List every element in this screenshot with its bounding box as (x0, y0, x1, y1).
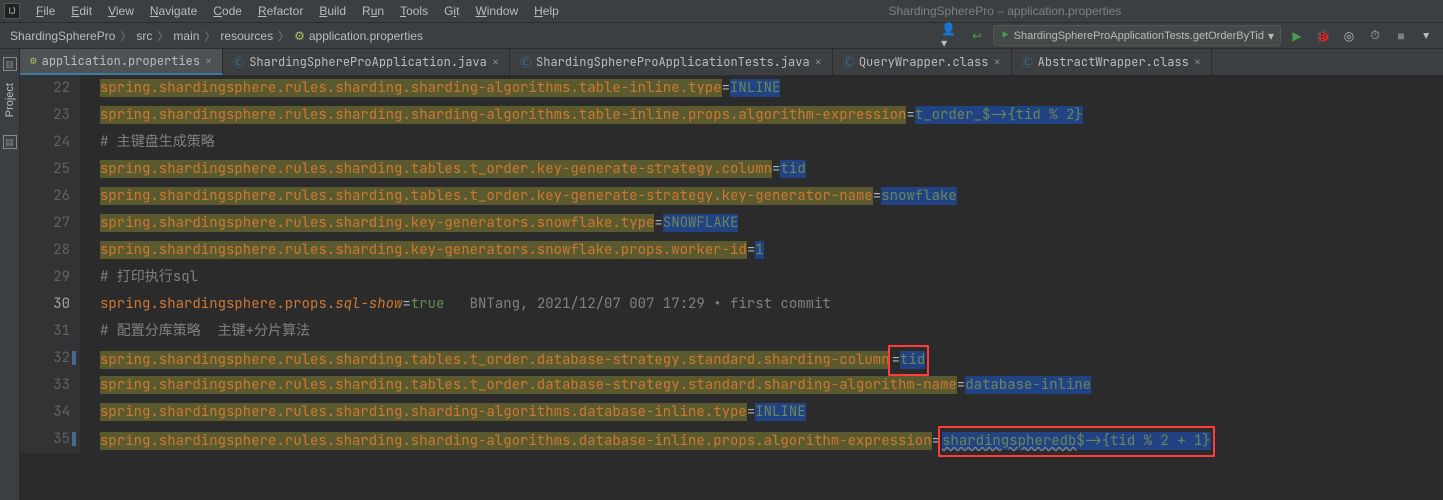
users-icon[interactable]: 👤▾ (941, 26, 961, 46)
navbar-right: 👤▾ ↩ ⯈ ShardingSphereProApplicationTests… (941, 25, 1437, 46)
run-button[interactable]: ▶ (1287, 26, 1307, 46)
run-configuration-selector[interactable]: ⯈ ShardingSphereProApplicationTests.getO… (993, 25, 1281, 46)
menu-run[interactable]: Run (354, 1, 392, 21)
crumb-file[interactable]: ⚙application.properties (290, 27, 427, 45)
stop-button: ■ (1391, 26, 1411, 46)
crumb-root[interactable]: ShardingSpherePro (6, 27, 119, 45)
close-icon[interactable]: × (205, 53, 212, 69)
menu-navigate[interactable]: Navigate (142, 1, 205, 21)
chevron-icon: 〉 (203, 28, 216, 44)
crumb-src[interactable]: src (132, 27, 156, 45)
code-line[interactable]: spring.shardingsphere.rules.sharding.sha… (100, 75, 1215, 102)
tab-label: QueryWrapper.class (859, 54, 989, 70)
code-line[interactable]: spring.shardingsphere.rules.sharding.sha… (100, 102, 1215, 129)
chevron-icon: 〉 (156, 28, 169, 44)
app-logo: IJ (4, 3, 20, 19)
structure-tool-icon[interactable]: ▤ (3, 135, 17, 149)
close-icon[interactable]: × (993, 54, 1000, 70)
close-icon[interactable]: × (492, 54, 499, 70)
test-icon: ⯈ (1000, 28, 1010, 43)
run-configuration-label: ShardingSphereProApplicationTests.getOrd… (1014, 30, 1264, 42)
close-icon[interactable]: × (815, 54, 822, 70)
line-number[interactable]: 27 (32, 210, 70, 237)
line-number[interactable]: 24 (32, 129, 70, 156)
gutter: 2223242526272829303132333435 (20, 75, 80, 453)
code-line[interactable]: spring.shardingsphere.rules.sharding.tab… (100, 372, 1215, 399)
line-number[interactable]: 22 (32, 75, 70, 102)
window-title: ShardingSpherePro – application.properti… (567, 4, 1443, 18)
project-tool-icon[interactable]: ▥ (3, 57, 17, 71)
file-type-icon: Ⓒ (1022, 54, 1033, 70)
menu-window[interactable]: Window (467, 1, 526, 21)
menu-git[interactable]: Git (436, 1, 467, 21)
chevron-down-icon: ▾ (1268, 29, 1274, 43)
coverage-button[interactable]: ◎ (1339, 26, 1359, 46)
line-number[interactable]: 34 (32, 399, 70, 426)
code-line[interactable]: spring.shardingsphere.rules.sharding.sha… (100, 399, 1215, 426)
code-lines[interactable]: spring.shardingsphere.rules.sharding.sha… (80, 75, 1215, 453)
menu-help[interactable]: Help (526, 1, 567, 21)
line-number[interactable]: 33 (32, 372, 70, 399)
file-type-icon: Ⓒ (843, 54, 854, 70)
code-editor[interactable]: 2223242526272829303132333435 spring.shar… (20, 75, 1443, 453)
line-number[interactable]: 25 (32, 156, 70, 183)
editor-area: ⚙ application.properties × Ⓒ ShardingSphereP… (20, 49, 1443, 500)
menu-tools[interactable]: Tools (392, 1, 436, 21)
menu-code[interactable]: Code (205, 1, 250, 21)
chevron-icon: 〉 (119, 28, 132, 44)
menubar: IJ File Edit View Navigate Code Refactor… (0, 0, 1443, 23)
back-icon[interactable]: ↩ (967, 26, 987, 46)
expand-icon[interactable]: ▸ (1417, 26, 1437, 46)
line-number[interactable]: 26 (32, 183, 70, 210)
code-line[interactable]: # 主键盘生成策略 (100, 129, 1215, 156)
code-line[interactable]: spring.shardingsphere.rules.sharding.key… (100, 210, 1215, 237)
file-type-icon: Ⓒ (520, 54, 531, 70)
navbar: ShardingSpherePro〉 src〉 main〉 resources〉… (0, 23, 1443, 49)
profile-button[interactable]: ⏱ (1365, 26, 1385, 46)
left-toolwindow-bar: ▥ Project ▤ (0, 49, 20, 500)
menu-edit[interactable]: Edit (63, 1, 100, 21)
close-icon[interactable]: × (1194, 54, 1201, 70)
line-number[interactable]: 35 (32, 426, 70, 453)
file-type-icon: Ⓒ (233, 54, 244, 70)
editor-tab[interactable]: Ⓒ AbstractWrapper.class × (1012, 49, 1212, 75)
code-line[interactable]: spring.shardingsphere.props.sql-show=tru… (100, 291, 1215, 318)
crumb-resources[interactable]: resources (216, 27, 277, 45)
menu-refactor[interactable]: Refactor (250, 1, 311, 21)
crumb-main[interactable]: main (169, 27, 203, 45)
line-number[interactable]: 30 (32, 291, 70, 318)
breadcrumb: ShardingSpherePro〉 src〉 main〉 resources〉… (6, 27, 427, 45)
project-tool-label[interactable]: Project (4, 83, 16, 117)
code-line[interactable]: # 配置分库策略 主键+分片算法 (100, 318, 1215, 345)
code-line[interactable]: spring.shardingsphere.rules.sharding.key… (100, 237, 1215, 264)
line-number[interactable]: 31 (32, 318, 70, 345)
editor-tab[interactable]: Ⓒ ShardingSphereProApplicationTests.java × (510, 49, 833, 75)
line-number[interactable]: 23 (32, 102, 70, 129)
line-number[interactable]: 32 (32, 345, 70, 372)
menu-view[interactable]: View (100, 1, 142, 21)
code-line[interactable]: spring.shardingsphere.rules.sharding.tab… (100, 183, 1215, 210)
tab-label: ShardingSphereProApplicationTests.java (536, 54, 810, 70)
menu-file[interactable]: File (28, 1, 63, 21)
code-line[interactable]: spring.shardingsphere.rules.sharding.sha… (100, 426, 1215, 453)
menu-build[interactable]: Build (311, 1, 354, 21)
line-number[interactable]: 28 (32, 237, 70, 264)
editor-tab[interactable]: Ⓒ ShardingSphereProApplication.java × (223, 49, 510, 75)
highlight-box: shardingspheredb$->{tid % 2 + 1} (938, 426, 1215, 457)
vcs-annotation: BNTang, 2021/12/07 007 17:29 • first com… (470, 295, 831, 313)
tab-label: ShardingSphereProApplication.java (249, 54, 487, 70)
tab-label: AbstractWrapper.class (1038, 54, 1189, 70)
chevron-icon: 〉 (277, 28, 290, 44)
code-line[interactable]: spring.shardingsphere.rules.sharding.tab… (100, 345, 1215, 372)
editor-tab[interactable]: Ⓒ QueryWrapper.class× (833, 49, 1012, 75)
line-number[interactable]: 29 (32, 264, 70, 291)
file-type-icon: ⚙ (30, 54, 37, 68)
editor-tabs: ⚙ application.properties × Ⓒ ShardingSphereP… (20, 49, 1443, 75)
debug-button[interactable]: 🐞 (1313, 26, 1333, 46)
code-line[interactable]: # 打印执行sql (100, 264, 1215, 291)
properties-file-icon: ⚙ (294, 29, 305, 43)
tab-label: application.properties (42, 53, 200, 69)
code-line[interactable]: spring.shardingsphere.rules.sharding.tab… (100, 156, 1215, 183)
editor-tab[interactable]: ⚙ application.properties × (20, 49, 223, 75)
